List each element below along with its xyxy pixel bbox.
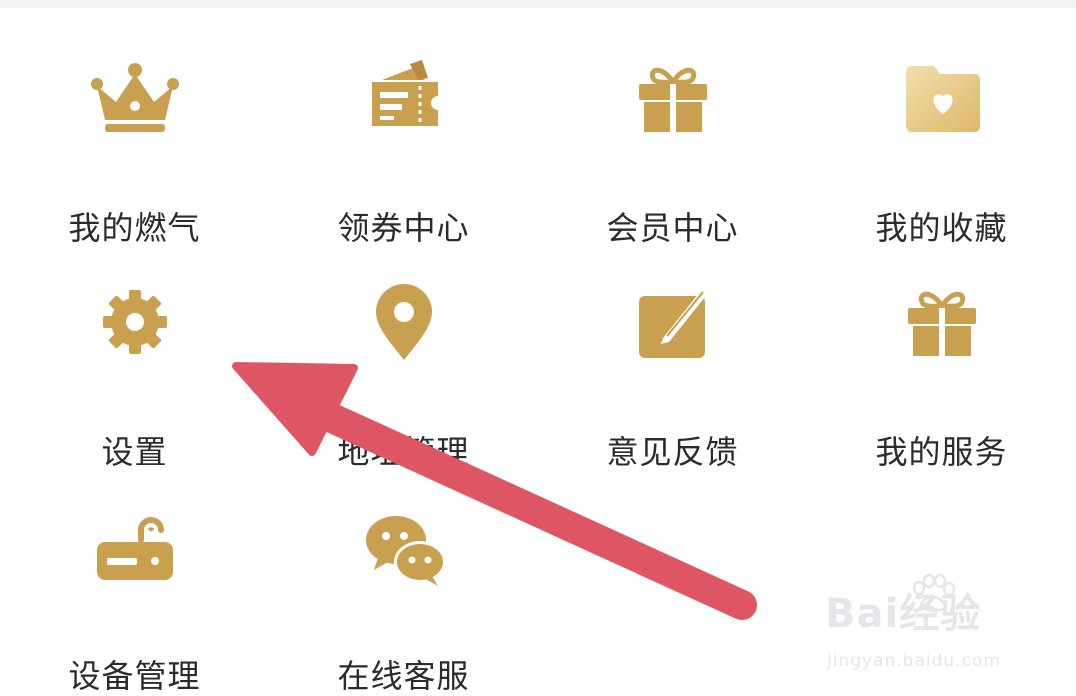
router-icon (89, 500, 181, 592)
paw-icon (912, 574, 955, 612)
menu-item-coupon-center[interactable]: 领券中心 (269, 40, 538, 247)
edit-note-icon (627, 276, 719, 368)
baidu-jingyan-watermark: Bai经验 jingyan.baidu.com (825, 574, 1035, 680)
chat-bubbles-icon (358, 500, 450, 592)
menu-item-my-favorites[interactable]: 我的收藏 (807, 40, 1076, 247)
location-pin-icon (358, 276, 450, 368)
menu-item-settings[interactable]: 设置 (0, 264, 269, 471)
menu-item-my-gas[interactable]: 我的燃气 (0, 40, 269, 247)
gear-icon (89, 276, 181, 368)
menu-item-label: 设备管理 (68, 657, 201, 695)
menu-item-label: 我的服务 (875, 433, 1008, 471)
menu-item-label: 意见反馈 (606, 433, 739, 471)
gift-icon (627, 52, 719, 144)
menu-item-address-management[interactable]: 地址管理 (269, 264, 538, 471)
menu-item-feedback[interactable]: 意见反馈 (538, 264, 807, 471)
menu-item-member-center[interactable]: 会员中心 (538, 40, 807, 247)
menu-item-label: 在线客服 (337, 657, 470, 695)
watermark-brand: Bai经验 (825, 591, 982, 637)
menu-item-label: 设置 (101, 433, 168, 471)
crown-icon (89, 52, 181, 144)
menu-item-label: 我的收藏 (875, 209, 1008, 247)
menu-item-online-customer-service[interactable]: 在线客服 (269, 488, 538, 695)
watermark-url: jingyan.baidu.com (827, 651, 1001, 671)
coupon-icon (358, 52, 450, 144)
menu-item-label: 地址管理 (337, 433, 470, 471)
menu-item-device-management[interactable]: 设备管理 (0, 488, 269, 695)
menu-item-label: 我的燃气 (68, 209, 201, 247)
heart-folder-icon (896, 52, 988, 144)
gift-icon (896, 276, 988, 368)
menu-item-label: 会员中心 (606, 209, 739, 247)
menu-item-my-services[interactable]: 我的服务 (807, 264, 1076, 471)
menu-item-label: 领券中心 (337, 209, 470, 247)
